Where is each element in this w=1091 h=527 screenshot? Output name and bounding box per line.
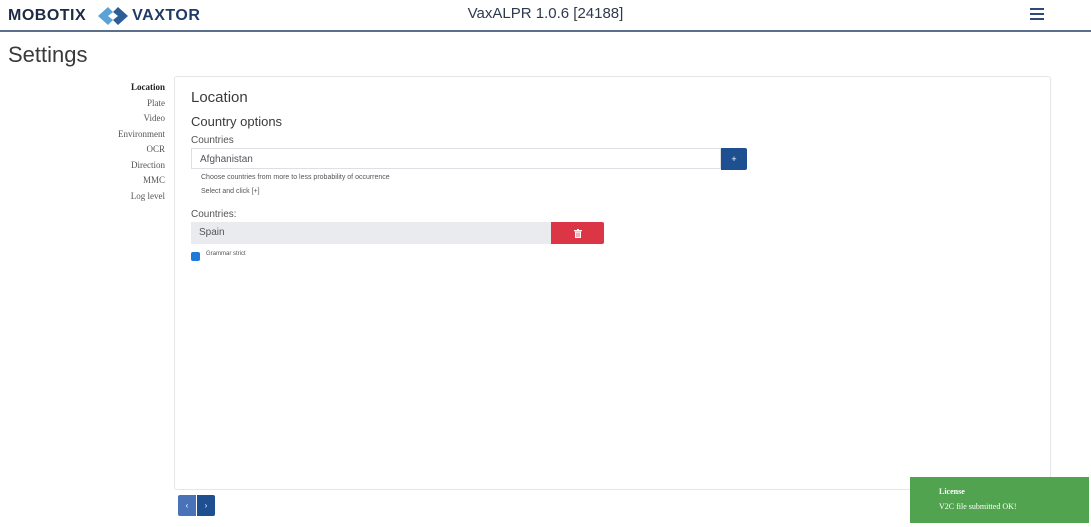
page-title: Settings — [8, 42, 88, 67]
sidebar-item-ocr[interactable]: OCR — [0, 142, 165, 158]
sidebar-item-environment[interactable]: Environment — [0, 127, 165, 143]
help-text-order: Choose countries from more to less proba… — [201, 174, 390, 181]
sidebar-item-direction[interactable]: Direction — [0, 158, 165, 174]
toast-title: License — [939, 487, 965, 496]
country-select[interactable]: Afghanistan — [191, 148, 721, 169]
section-title: Location — [191, 89, 248, 106]
sidebar-item-location[interactable]: Location — [0, 80, 165, 96]
license-toast[interactable]: License V2C file submitted OK! — [910, 477, 1089, 523]
vaxtor-logo-text: VAXTOR — [132, 7, 201, 24]
mobotix-logo-text: MOBOTIX — [8, 7, 87, 24]
vaxtor-logo-icon — [98, 7, 129, 25]
help-text-select: Select and click [+] — [201, 188, 260, 195]
countries-label: Countries — [191, 135, 234, 146]
grammar-strict-label: Grammar strict — [206, 251, 246, 257]
sidebar-item-video[interactable]: Video — [0, 111, 165, 127]
sidebar-item-log-level[interactable]: Log level — [0, 189, 165, 205]
prev-page-button[interactable]: ‹ — [178, 495, 196, 516]
trash-icon — [573, 229, 582, 239]
hamburger-menu-icon[interactable] — [1030, 8, 1044, 20]
add-country-button[interactable]: + — [721, 148, 747, 170]
app-title: VaxALPR 1.0.6 [24188] — [467, 5, 624, 22]
location-panel: Location Country options Countries Afgha… — [174, 76, 1051, 490]
selected-country-item: Spain — [191, 222, 551, 244]
brand: MOBOTIX VAXTOR — [8, 5, 200, 27]
sidebar-item-mmc[interactable]: MMC — [0, 173, 165, 189]
delete-country-button[interactable] — [551, 222, 604, 244]
top-bar: MOBOTIX VAXTOR VaxALPR 1.0.6 [24188] — [0, 0, 1091, 32]
grammar-strict-checkbox[interactable] — [191, 252, 200, 261]
next-page-button[interactable]: › — [197, 495, 215, 516]
subsection-title: Country options — [191, 114, 283, 129]
selected-countries-label: Countries: — [191, 209, 237, 220]
settings-sidebar: Location Plate Video Environment OCR Dir… — [0, 80, 165, 204]
pager: ‹ › — [178, 495, 215, 516]
sidebar-item-plate[interactable]: Plate — [0, 96, 165, 112]
toast-message: V2C file submitted OK! — [939, 502, 1017, 511]
